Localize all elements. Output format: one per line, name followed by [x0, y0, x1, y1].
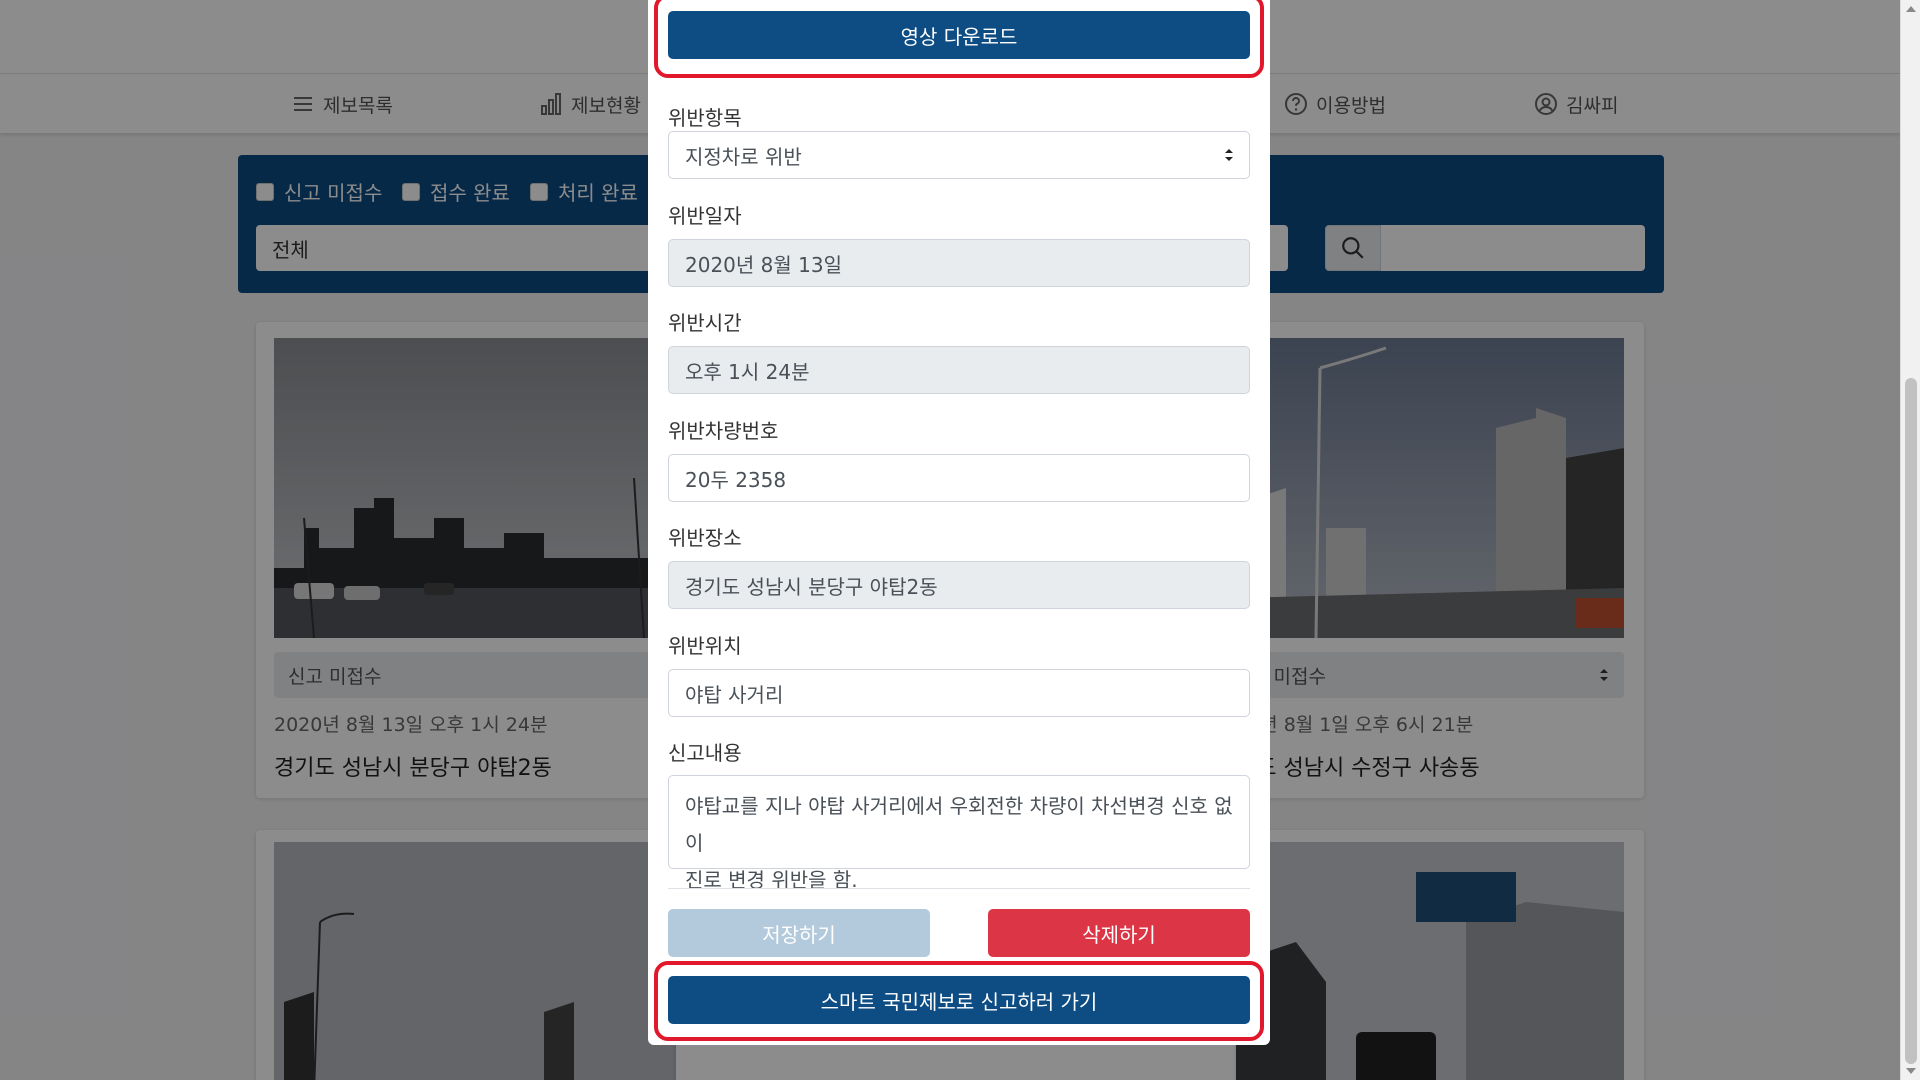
- violation-date-label: 위반일자: [668, 204, 742, 228]
- delete-button[interactable]: 삭제하기: [988, 909, 1250, 957]
- report-detail-modal: 영상 다운로드 위반항목 지정차로 위반 위반일자 2020년 8월 13일 위…: [648, 0, 1270, 1045]
- smart-report-button[interactable]: 스마트 국민제보로 신고하러 가기: [668, 976, 1250, 1024]
- report-content-textarea[interactable]: 야탑교를 지나 야탑 사거리에서 우회전한 차량이 차선변경 신호 없이 진로 …: [668, 775, 1250, 892]
- violation-location-field: 경기도 성남시 분당구 야탑2동: [668, 561, 1250, 609]
- video-download-button[interactable]: 영상 다운로드: [668, 11, 1250, 59]
- modal-divider: [668, 888, 1250, 889]
- report-content-line: 야탑교를 지나 야탑 사거리에서 우회전한 차량이 차선변경 신호 없이: [685, 794, 1233, 855]
- scroll-down-arrow-icon[interactable]: [1906, 1068, 1916, 1074]
- violation-location-label: 위반장소: [668, 526, 742, 550]
- save-button[interactable]: 저장하기: [668, 909, 930, 957]
- violation-position-label: 위반위치: [668, 634, 742, 658]
- plate-number-label: 위반차량번호: [668, 419, 779, 443]
- violation-type-label: 위반항목: [668, 106, 742, 130]
- report-content-line: 진로 변경 위반을 함.: [685, 868, 858, 892]
- violation-position-input[interactable]: 야탑 사거리: [668, 669, 1250, 717]
- violation-type-select[interactable]: 지정차로 위반: [668, 131, 1250, 179]
- page-scrollbar[interactable]: [1900, 0, 1920, 1080]
- report-content-label: 신고내용: [668, 741, 742, 765]
- plate-number-input[interactable]: 20두 2358: [668, 454, 1250, 502]
- scrollbar-thumb[interactable]: [1905, 378, 1917, 1064]
- violation-date-field: 2020년 8월 13일: [668, 239, 1250, 287]
- violation-type-value: 지정차로 위반: [685, 144, 802, 169]
- violation-time-field: 오후 1시 24분: [668, 346, 1250, 394]
- scroll-up-arrow-icon[interactable]: [1906, 6, 1916, 12]
- violation-time-label: 위반시간: [668, 311, 742, 335]
- select-caret-icon: [1225, 149, 1233, 161]
